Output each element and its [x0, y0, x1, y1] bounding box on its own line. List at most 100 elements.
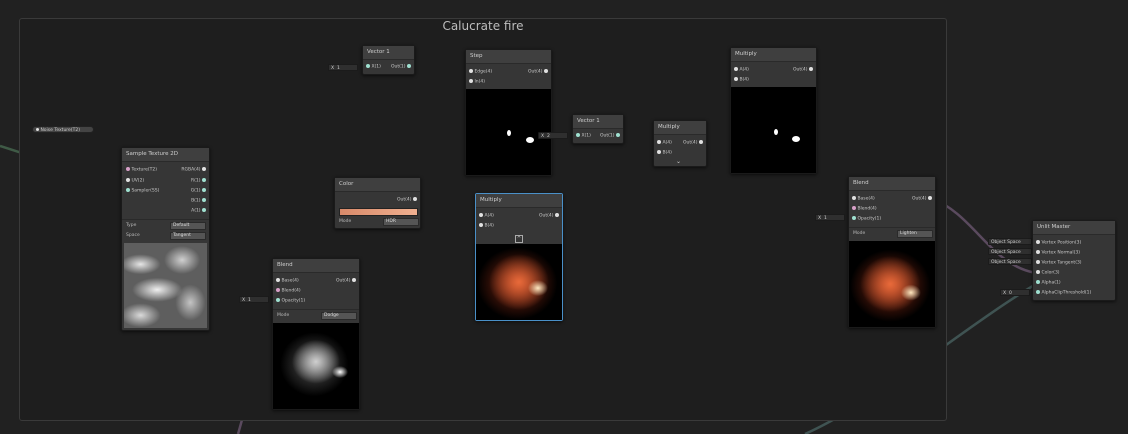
- port-out[interactable]: Out(4): [397, 197, 417, 204]
- port-a[interactable]: A(4): [734, 67, 749, 74]
- node-title: Color: [335, 178, 420, 192]
- port-b[interactable]: B(4): [657, 150, 672, 157]
- node-title: Multiply: [731, 48, 816, 62]
- port-color[interactable]: Color(3): [1036, 270, 1060, 277]
- node-blend-dodge[interactable]: Blend Base(4) Blend(4) Opacity(1) Out(4)…: [272, 258, 360, 410]
- port-dot-icon: [276, 298, 280, 302]
- port-out[interactable]: Out(4): [683, 140, 703, 147]
- port-b[interactable]: B(1): [191, 198, 206, 205]
- port-dot-icon: [352, 278, 356, 282]
- port-label: Blend(4): [857, 206, 877, 212]
- type-dropdown[interactable]: Default: [170, 222, 206, 230]
- x-value: 1: [336, 66, 340, 71]
- port-out[interactable]: Out(4): [539, 213, 559, 220]
- vertex-tangent-space[interactable]: Object Space: [988, 258, 1032, 265]
- port-vertex-tangent[interactable]: Vertex Tangent(3): [1036, 260, 1082, 267]
- space-label: Space: [126, 233, 140, 238]
- blend-dodge-preview: [273, 323, 359, 409]
- port-label: Color(3): [1041, 270, 1060, 276]
- port-rgba[interactable]: RGBA(4): [181, 167, 206, 174]
- node-title: Vector 1: [363, 46, 414, 60]
- noise-texture-property[interactable]: Noise Texture(T2): [32, 126, 94, 133]
- port-sampler[interactable]: Sampler(SS): [126, 188, 159, 195]
- port-dot-icon: [699, 140, 703, 144]
- port-alpha[interactable]: Alpha(1): [1036, 280, 1061, 287]
- port-label: Out(4): [528, 69, 543, 75]
- port-a[interactable]: A(4): [657, 140, 672, 147]
- port-label: B(4): [662, 150, 672, 156]
- port-out[interactable]: Out(4): [528, 69, 548, 76]
- port-in[interactable]: In(4): [469, 79, 485, 86]
- port-label: Blend(4): [281, 288, 301, 294]
- port-opacity[interactable]: Opacity(1): [852, 216, 881, 223]
- mode-label: Mode: [339, 219, 352, 224]
- node-multiply-mid[interactable]: Multiply A(4) B(4) Out(4) ^: [475, 193, 563, 321]
- port-out[interactable]: Out(4): [793, 67, 813, 74]
- node-blend-lighten[interactable]: Blend Base(4) Blend(4) Opacity(1) Out(4)…: [848, 176, 936, 328]
- port-dot-icon: [202, 188, 206, 192]
- port-g[interactable]: G(1): [191, 188, 206, 195]
- port-a[interactable]: A(4): [479, 213, 494, 220]
- port-x[interactable]: X(1): [576, 133, 591, 140]
- port-label: G(1): [190, 188, 201, 194]
- type-value: Default: [173, 223, 190, 228]
- group-title: Calucrate fire: [442, 19, 524, 33]
- vector1a-x-field[interactable]: X 1: [328, 64, 358, 71]
- mode-value: HDR: [386, 219, 396, 224]
- collapse-preview-icon[interactable]: ^: [515, 235, 523, 243]
- port-opacity[interactable]: Opacity(1): [276, 298, 305, 305]
- port-blend[interactable]: Blend(4): [852, 206, 877, 213]
- port-x[interactable]: X(1): [366, 64, 381, 71]
- graph-canvas[interactable]: Calucrate fire Noise Texture(T2) Sample …: [0, 0, 1128, 434]
- port-texture[interactable]: Texture(T2): [126, 167, 157, 174]
- port-dot-icon: [202, 167, 206, 171]
- node-unlit-master[interactable]: Unlit Master Vertex Position(3) Vertex N…: [1032, 220, 1116, 301]
- node-multiply-top[interactable]: Multiply A(4) B(4) Out(4): [730, 47, 817, 174]
- port-out[interactable]: Out(4): [336, 278, 356, 285]
- port-uv[interactable]: UV(2): [126, 178, 144, 185]
- port-vertex-position[interactable]: Vertex Position(3): [1036, 240, 1081, 247]
- mode-dropdown[interactable]: Lighten: [897, 230, 933, 238]
- port-vertex-normal[interactable]: Vertex Normal(3): [1036, 250, 1080, 257]
- node-vector1-a[interactable]: Vector 1 X(1) Out(1): [362, 45, 415, 75]
- port-blend[interactable]: Blend(4): [276, 288, 301, 295]
- port-b[interactable]: B(4): [734, 77, 749, 84]
- alpha-clip-field[interactable]: X 0: [1000, 289, 1030, 296]
- node-step[interactable]: Step Edge(4) In(4) Out(4): [465, 49, 552, 176]
- node-multiply-small[interactable]: Multiply A(4) B(4) Out(4) ⌄: [653, 120, 707, 167]
- port-dot-icon: [734, 77, 738, 81]
- port-label: Opacity(1): [857, 216, 882, 222]
- mode-dropdown[interactable]: HDR: [383, 218, 419, 226]
- space-dropdown[interactable]: Tangent: [170, 232, 206, 240]
- port-r[interactable]: R(1): [191, 178, 206, 185]
- port-out[interactable]: Out(1): [391, 64, 411, 71]
- port-b[interactable]: B(4): [479, 223, 494, 230]
- port-base[interactable]: Base(4): [852, 196, 875, 203]
- port-out[interactable]: Out(4): [912, 196, 932, 203]
- blend2-opacity-field[interactable]: X 1: [815, 214, 845, 221]
- port-label: Out(4): [793, 67, 808, 73]
- mode-dropdown[interactable]: Dodge: [321, 312, 357, 320]
- vector1b-x-field[interactable]: X 2: [538, 132, 568, 139]
- node-color[interactable]: Color Out(4) Mode HDR: [334, 177, 421, 229]
- x-label: X: [242, 298, 246, 303]
- vertex-position-space[interactable]: Object Space: [988, 238, 1032, 245]
- port-a[interactable]: A(1): [191, 208, 206, 215]
- port-dot-icon: [616, 133, 620, 137]
- color-swatch[interactable]: [339, 208, 418, 216]
- port-out[interactable]: Out(1): [600, 133, 620, 140]
- port-label: B(4): [484, 223, 494, 229]
- multiply-mid-preview: [476, 244, 562, 320]
- port-label: Out(4): [397, 197, 412, 203]
- mode-label: Mode: [277, 313, 290, 318]
- expand-chevron-icon[interactable]: ⌄: [676, 159, 681, 165]
- port-edge[interactable]: Edge(4): [469, 69, 492, 76]
- x-value: 1: [823, 216, 827, 221]
- node-vector1-b[interactable]: Vector 1 X(1) Out(1): [572, 114, 624, 144]
- port-base[interactable]: Base(4): [276, 278, 299, 285]
- vertex-normal-space[interactable]: Object Space: [988, 248, 1032, 255]
- node-sample-texture-2d[interactable]: Sample Texture 2D Texture(T2) UV(2) Samp…: [121, 147, 210, 331]
- x-value: 1: [247, 298, 251, 303]
- blend1-opacity-field[interactable]: X 1: [239, 296, 269, 303]
- port-alpha-clip-threshold[interactable]: AlphaClipThreshold(1): [1036, 290, 1091, 297]
